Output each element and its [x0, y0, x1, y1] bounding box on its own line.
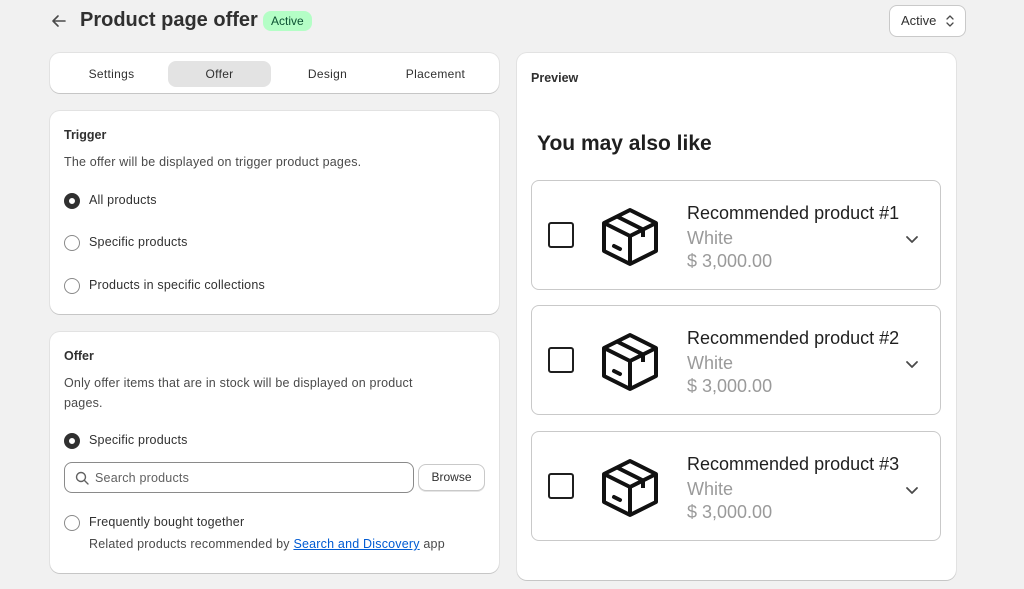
- tab-offer[interactable]: Offer: [168, 61, 271, 87]
- chevron-down-icon[interactable]: [904, 358, 920, 370]
- product-variant: White: [687, 353, 734, 373]
- trigger-card: Trigger The offer will be displayed on t…: [50, 111, 499, 314]
- radio-button[interactable]: [64, 235, 80, 251]
- tab-settings[interactable]: Settings: [60, 61, 163, 87]
- tab-placement[interactable]: Placement: [384, 61, 487, 87]
- product-name: Recommended product #1: [687, 203, 900, 223]
- radio-button[interactable]: [64, 515, 80, 531]
- product-name: Recommended product #2: [687, 328, 900, 348]
- package-icon: [602, 333, 658, 391]
- related-suffix: app: [419, 537, 445, 551]
- tab-bar: Settings Offer Design Placement: [50, 53, 499, 93]
- tab-design[interactable]: Design: [276, 61, 379, 87]
- search-discovery-link[interactable]: Search and Discovery: [293, 537, 419, 551]
- preview-card: Preview You may also like Recommended pr…: [517, 53, 956, 580]
- page-title: Product page offer: [80, 9, 258, 31]
- offer-description-line2: pages.: [64, 396, 103, 410]
- preview-heading: You may also like: [537, 132, 712, 155]
- status-select[interactable]: Active: [889, 5, 966, 37]
- product-price: $ 3,000.00: [687, 376, 773, 396]
- product-card-1: Recommended product #1 White $ 3,000.00: [531, 180, 941, 290]
- offer-card: Offer Only offer items that are in stock…: [50, 332, 499, 573]
- offer-title: Offer: [64, 349, 94, 363]
- product-price: $ 3,000.00: [687, 251, 773, 271]
- preview-title: Preview: [531, 71, 579, 85]
- page-header: Product page offer Active Active: [48, 5, 968, 37]
- radio-label: All products: [89, 193, 157, 207]
- status-select-value: Active: [901, 13, 937, 28]
- product-price: $ 3,000.00: [687, 502, 773, 522]
- product-name: Recommended product #3: [687, 454, 900, 474]
- product-variant: White: [687, 479, 734, 499]
- radio-button[interactable]: [64, 433, 80, 449]
- browse-button[interactable]: Browse: [418, 464, 485, 491]
- radio-label: Frequently bought together: [89, 515, 245, 529]
- radio-label: Specific products: [89, 433, 188, 447]
- search-products-field[interactable]: [64, 462, 414, 493]
- radio-label: Products in specific collections: [89, 278, 265, 292]
- product-checkbox[interactable]: [548, 473, 574, 499]
- radio-button[interactable]: [64, 193, 80, 209]
- status-badge: Active: [263, 11, 312, 31]
- trigger-description: The offer will be displayed on trigger p…: [64, 155, 362, 169]
- package-icon: [602, 459, 658, 517]
- search-icon: [75, 471, 89, 485]
- arrow-left-icon[interactable]: [50, 12, 68, 30]
- offer-description-line1: Only offer items that are in stock will …: [64, 376, 413, 390]
- product-variant: White: [687, 228, 734, 248]
- product-card-3: Recommended product #3 White $ 3,000.00: [531, 431, 941, 541]
- related-products-note: Related products recommended by Search a…: [89, 537, 445, 551]
- search-input[interactable]: [95, 468, 395, 488]
- product-checkbox[interactable]: [548, 222, 574, 248]
- product-card-2: Recommended product #2 White $ 3,000.00: [531, 305, 941, 415]
- chevron-down-icon[interactable]: [904, 233, 920, 245]
- chevron-updown-icon: [946, 15, 954, 27]
- package-icon: [602, 208, 658, 266]
- product-checkbox[interactable]: [548, 347, 574, 373]
- chevron-down-icon[interactable]: [904, 484, 920, 496]
- radio-label: Specific products: [89, 235, 188, 249]
- radio-button[interactable]: [64, 278, 80, 294]
- related-prefix: Related products recommended by: [89, 537, 294, 551]
- trigger-title: Trigger: [64, 128, 107, 142]
